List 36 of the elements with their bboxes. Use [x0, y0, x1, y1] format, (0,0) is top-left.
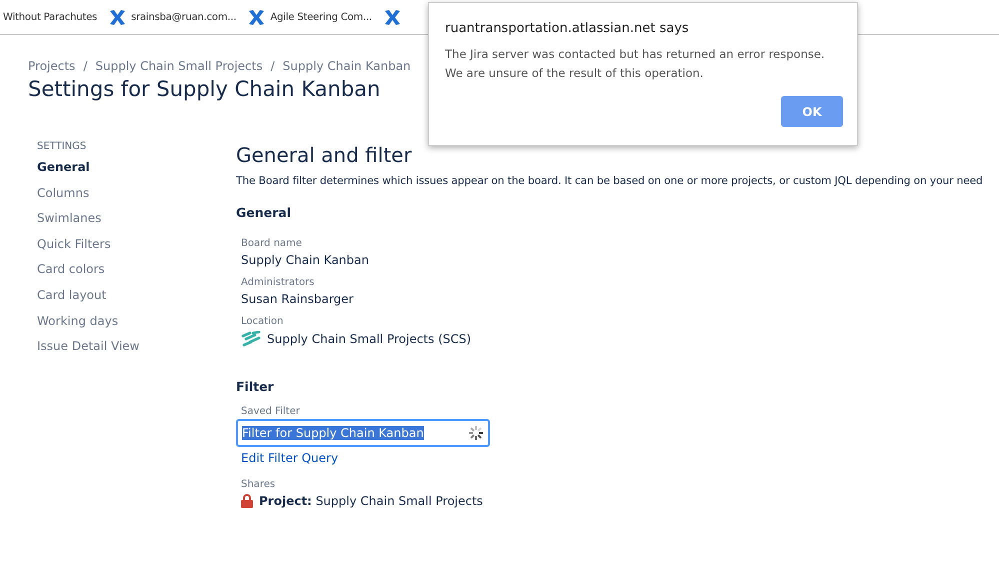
- field-value: Supply Chain Kanban: [241, 253, 369, 267]
- bookmark-link[interactable]: Agile Steering Com...: [270, 12, 372, 22]
- breadcrumb-link[interactable]: Supply Chain Kanban: [282, 59, 411, 73]
- sidebar-item[interactable]: Card layout: [37, 288, 236, 314]
- field-label: Shares: [241, 479, 276, 490]
- sidebar-item[interactable]: Card colors: [37, 262, 236, 288]
- description-text: The Board filter determines which issues appear on the board. It can be based on one or more projects, or custom JQL depending on your need: [236, 175, 983, 187]
- page-title: Settings for Supply Chain Kanban: [28, 77, 382, 101]
- edit-filter-link[interactable]: Edit Filter Query: [241, 451, 983, 465]
- section-heading: Filter: [236, 379, 275, 394]
- section-heading: General: [236, 205, 292, 220]
- breadcrumb-separator: /: [270, 59, 275, 73]
- section-title: General and filter: [236, 143, 413, 167]
- saved-filter-field[interactable]: Filter for Supply Chain Kanban: [236, 419, 490, 447]
- field-label: Board name: [241, 238, 303, 249]
- bookmark-link[interactable]: srainsba@ruan.com...: [131, 12, 236, 22]
- field-label: Administrators: [241, 277, 316, 288]
- ok-button[interactable]: OK: [781, 96, 843, 127]
- sidebar-item[interactable]: Issue Detail View: [37, 339, 236, 365]
- field-value: Susan Rainsbarger: [241, 292, 354, 306]
- breadcrumb-separator: /: [83, 59, 88, 73]
- field-label: Location: [241, 316, 284, 327]
- sidebar-item[interactable]: General: [37, 160, 236, 186]
- sidebar-item[interactable]: Working days: [37, 314, 236, 340]
- breadcrumb-link[interactable]: Supply Chain Small Projects: [95, 59, 263, 73]
- sidebar-item[interactable]: Swimlanes: [37, 211, 236, 237]
- sidebar-item[interactable]: Quick Filters: [37, 236, 236, 262]
- sidebar-heading: SETTINGS: [37, 141, 88, 152]
- field-label: Saved Filter: [241, 406, 301, 417]
- field-value: Supply Chain Small Projects (SCS): [267, 332, 472, 346]
- share-text: Project: Supply Chain Small Projects: [259, 494, 483, 508]
- dialog-message: The Jira server was contacted but has returned an error response. We are unsure of the result of this operation.: [445, 46, 826, 82]
- dialog-title: ruantransportation.atlassian.net says: [445, 21, 690, 36]
- breadcrumb-link[interactable]: Projects: [28, 59, 76, 73]
- sidebar-item[interactable]: Columns: [37, 186, 236, 212]
- bookmark-link[interactable]: Without Parachutes: [3, 12, 98, 22]
